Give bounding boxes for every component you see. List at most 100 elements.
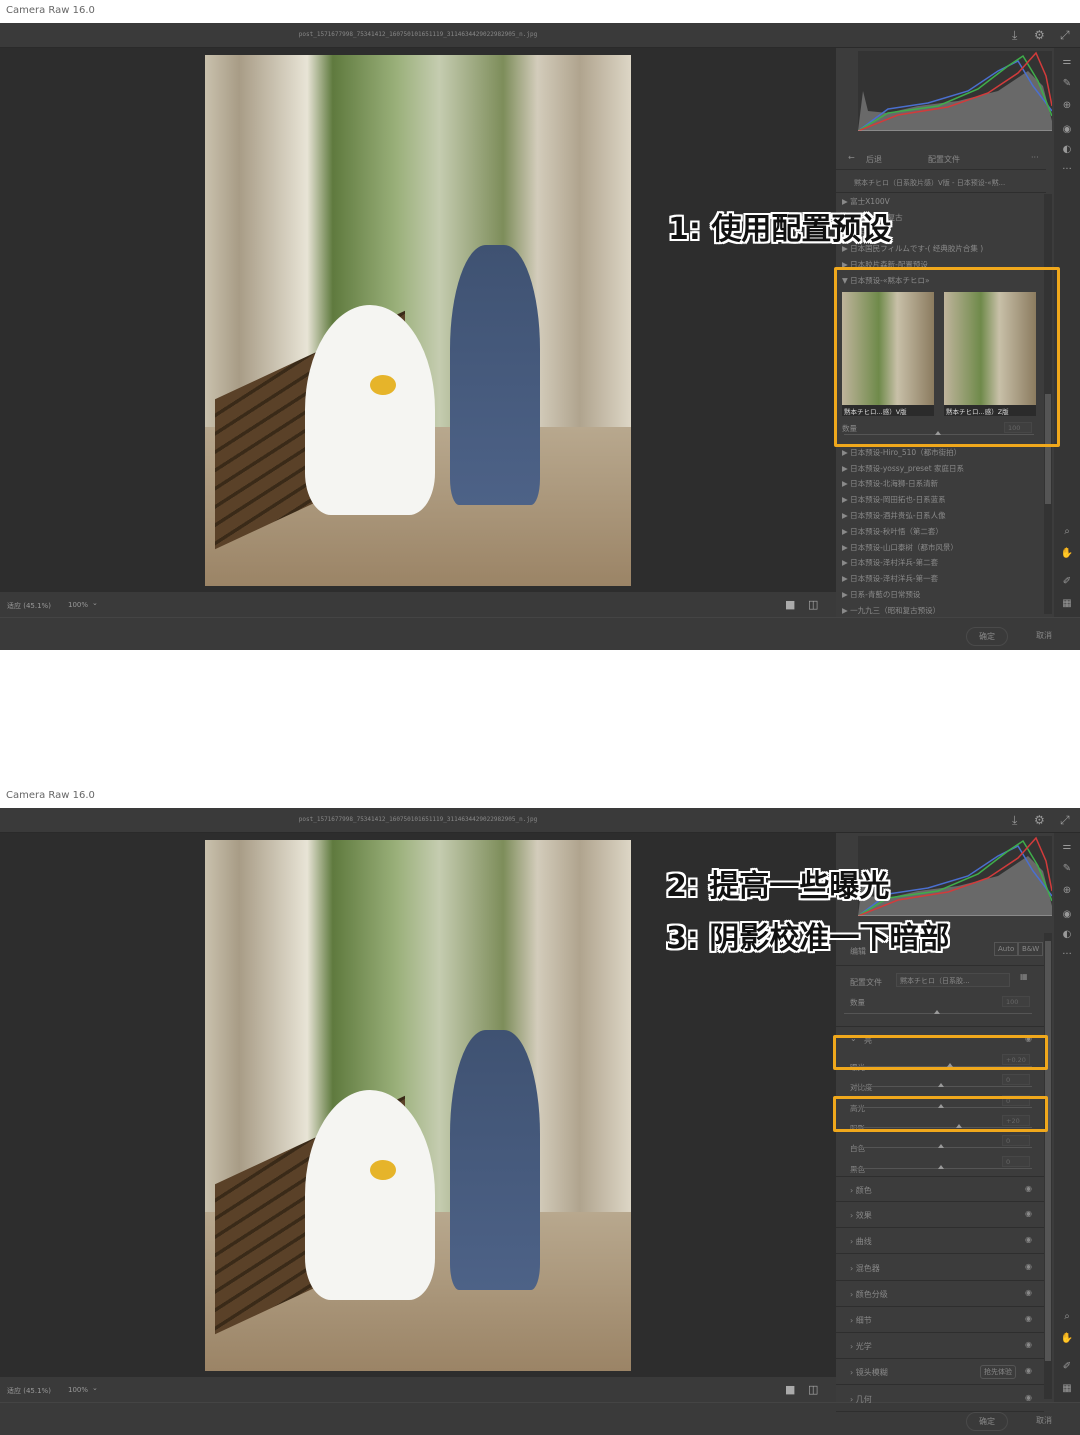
expand-icon[interactable]: ⤢ [1060, 813, 1070, 828]
bw-button[interactable]: B&W [1018, 942, 1044, 956]
amount-value-input[interactable]: 100 [1002, 996, 1030, 1007]
grid-icon[interactable]: ▦ [1054, 598, 1080, 609]
magnifier-icon[interactable]: ⌕ [1054, 526, 1080, 537]
hand-icon[interactable]: ✋ [1054, 548, 1080, 559]
eye-icon[interactable]: ◉ [1025, 1393, 1032, 1402]
download-icon[interactable]: ⤓ [1012, 28, 1017, 43]
chevron-down-icon[interactable]: ⌄ [92, 599, 98, 607]
panel-section[interactable]: › 效果 ◉ [836, 1202, 1044, 1229]
panel-section[interactable]: › 曲线 ◉ [836, 1228, 1044, 1255]
brush-icon[interactable]: ✎ [1054, 863, 1080, 874]
mask-icon[interactable]: ◐ [1054, 144, 1080, 155]
image-canvas[interactable] [0, 48, 836, 592]
download-icon[interactable]: ⤓ [1012, 813, 1017, 828]
eye-icon[interactable]: ◉ [1054, 909, 1080, 920]
amount-slider[interactable] [844, 1010, 1032, 1014]
amount-label: 数量 [850, 998, 865, 1007]
slider-knob[interactable] [938, 1164, 945, 1169]
panel-section[interactable]: › 细节 ◉ [836, 1307, 1044, 1333]
camera-raw-window: Camera Raw 16.0 post_1571677998_75341412_… [0, 785, 1080, 1435]
slider-track[interactable] [852, 1083, 1032, 1088]
profile-group-item[interactable]: ▶ 日本预设-泽村洋兵-第一套 [836, 571, 1046, 587]
heal-icon[interactable]: ⊕ [1054, 100, 1080, 111]
gear-icon[interactable]: ⚙ [1034, 28, 1045, 42]
ok-button[interactable]: 确定 [966, 627, 1008, 646]
filename: post_1571677998_75341412_160750101651119… [298, 31, 538, 38]
profile-group-item[interactable]: ▶ 日本预设-秋叶悟（第二套） [836, 524, 1046, 540]
scrollbar[interactable] [1044, 933, 1052, 1399]
single-view-icon[interactable]: ■ [785, 1383, 795, 1396]
edit-icon[interactable]: ⚌ [1054, 56, 1080, 67]
zoom-fit-label[interactable]: 适应 (45.1%) [7, 1386, 51, 1396]
camera-raw-window: Camera Raw 16.0 post_1571677998_75341412_… [0, 0, 1080, 650]
compare-view-icon[interactable]: ◫ [808, 598, 818, 611]
slider-knob[interactable] [938, 1083, 945, 1088]
eye-icon[interactable]: ◉ [1025, 1340, 1032, 1349]
panel-section[interactable]: › 镜头模糊 抢先体验 ◉ [836, 1359, 1044, 1386]
mask-icon[interactable]: ◐ [1054, 929, 1080, 940]
eye-icon[interactable]: ◉ [1025, 1314, 1032, 1323]
zoom-100-label[interactable]: 100% [68, 1386, 88, 1394]
profile-group-item[interactable]: ▶ 日本预设-北海狮-日系清新 [836, 476, 1046, 492]
zoom-fit-label[interactable]: 适应 (45.1%) [7, 601, 51, 611]
profile-group-item[interactable]: ▶ 日本预设-岡田拓也-日系蓝系 [836, 492, 1046, 508]
slider-value-input[interactable]: 0 [1002, 1074, 1030, 1086]
highlight-box-shadows [833, 1096, 1048, 1132]
auto-button[interactable]: Auto [994, 942, 1019, 956]
slider-track[interactable] [852, 1164, 1032, 1169]
hand-icon[interactable]: ✋ [1054, 1333, 1080, 1344]
magnifier-icon[interactable]: ⌕ [1054, 1311, 1080, 1322]
annotation-step-1: 1: 使用配置预设 [668, 212, 892, 247]
chevron-down-icon[interactable]: ⌄ [92, 1384, 98, 1392]
profile-dropdown[interactable]: 黙本チヒロ（日系胶... [896, 973, 1010, 987]
slider-track[interactable] [852, 1144, 1032, 1149]
ok-button[interactable]: 确定 [966, 1412, 1008, 1431]
compare-view-icon[interactable]: ◫ [808, 1383, 818, 1396]
brush-icon[interactable]: ✎ [1054, 78, 1080, 89]
more-icon[interactable]: ··· [1054, 949, 1080, 960]
panel-section[interactable]: › 几何 ◉ [836, 1386, 1044, 1412]
slider-value-input[interactable]: 0 [1002, 1155, 1030, 1167]
heal-icon[interactable]: ⊕ [1054, 885, 1080, 896]
panel-section[interactable]: › 光学 ◉ [836, 1333, 1044, 1360]
slider-knob[interactable] [938, 1144, 945, 1149]
profile-group-item[interactable]: ▶ 日本预设-酒井贵弘-日系人像 [836, 508, 1046, 524]
zoom-100-label[interactable]: 100% [68, 601, 88, 609]
eye-icon[interactable]: ◉ [1025, 1184, 1032, 1193]
eyedropper-icon[interactable]: ✐ [1054, 576, 1080, 587]
grid-icon[interactable]: ▦ [1054, 1383, 1080, 1394]
profile-group-item[interactable]: ▶ 日本预设-Hiro_510（都市街拍） [836, 445, 1046, 461]
profile-group-item[interactable]: ▶ 日本预设-泽村洋兵-第二套 [836, 555, 1046, 571]
profile-browser-icon[interactable]: ▦ [1020, 972, 1028, 981]
panel-section[interactable]: › 颜色 ◉ [836, 1176, 1044, 1202]
eye-icon[interactable]: ◉ [1025, 1209, 1032, 1218]
profile-group-item[interactable]: ▶ 一九九三（昭和复古预设） [836, 603, 1046, 619]
cancel-button[interactable]: 取消 [1024, 1412, 1064, 1429]
edit-icon[interactable]: ⚌ [1054, 841, 1080, 852]
expand-icon[interactable]: ⤢ [1060, 28, 1070, 43]
eye-icon[interactable]: ◉ [1054, 124, 1080, 135]
profile-group-item[interactable]: ▶ 日本预设-山口泰树（都市风景） [836, 540, 1046, 556]
eye-icon[interactable]: ◉ [1025, 1288, 1032, 1297]
section-label: 镜头模糊 [855, 1368, 888, 1378]
gear-icon[interactable]: ⚙ [1034, 813, 1045, 827]
slider-knob[interactable] [934, 1010, 941, 1014]
eye-icon[interactable]: ◉ [1025, 1366, 1032, 1375]
back-arrow-icon[interactable]: ← [848, 153, 855, 162]
profile-group-item[interactable]: ▶ 日系-青藍の日常预设 [836, 587, 1046, 603]
slider-value-input[interactable]: 0 [1002, 1135, 1030, 1147]
highlight-box-exposure [833, 1035, 1048, 1070]
photo-bride [305, 1090, 435, 1300]
eye-icon[interactable]: ◉ [1025, 1262, 1032, 1271]
cancel-button[interactable]: 取消 [1024, 627, 1064, 644]
profile-group-item[interactable]: ▶ 日本预设-yossy_preset 家庭日系 [836, 461, 1046, 477]
more-options-icon[interactable]: ··· [1031, 153, 1039, 162]
more-icon[interactable]: ··· [1054, 164, 1080, 175]
back-button[interactable]: 后退 [866, 154, 882, 165]
single-view-icon[interactable]: ■ [785, 598, 795, 611]
eye-icon[interactable]: ◉ [1025, 1235, 1032, 1244]
panel-section[interactable]: › 混色器 ◉ [836, 1255, 1044, 1281]
scrollbar-thumb[interactable] [1045, 941, 1051, 1361]
eyedropper-icon[interactable]: ✐ [1054, 1361, 1080, 1372]
panel-section[interactable]: › 颜色分级 ◉ [836, 1281, 1044, 1307]
